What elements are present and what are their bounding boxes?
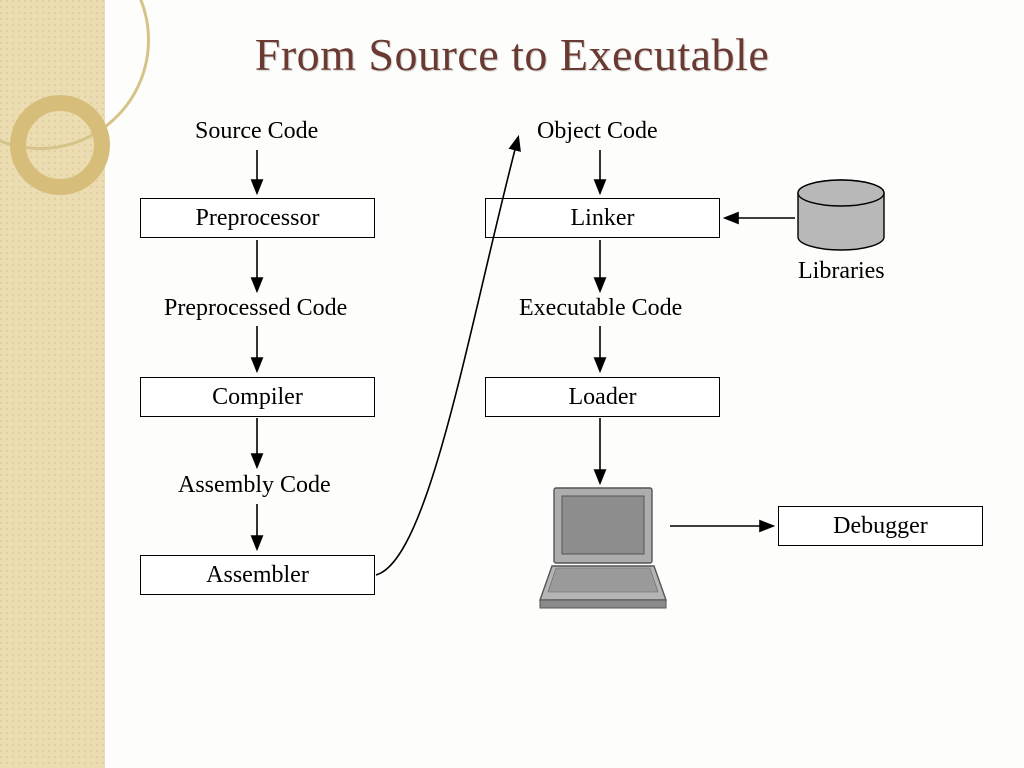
computer-icon [540,488,666,608]
box-linker: Linker [485,198,720,238]
box-loader: Loader [485,377,720,417]
label-executable-code: Executable Code [519,295,682,322]
box-assembler: Assembler [140,555,375,595]
slide-title: From Source to Executable [0,28,1024,81]
decorative-ring [10,95,110,195]
box-debugger: Debugger [778,506,983,546]
label-object-code: Object Code [537,118,658,145]
label-source-code: Source Code [195,118,318,145]
cylinder-libraries-icon [798,180,884,250]
label-assembly-code: Assembly Code [178,472,331,499]
label-preprocessed-code: Preprocessed Code [164,295,347,322]
box-compiler: Compiler [140,377,375,417]
label-libraries: Libraries [798,258,885,285]
box-preprocessor: Preprocessor [140,198,375,238]
